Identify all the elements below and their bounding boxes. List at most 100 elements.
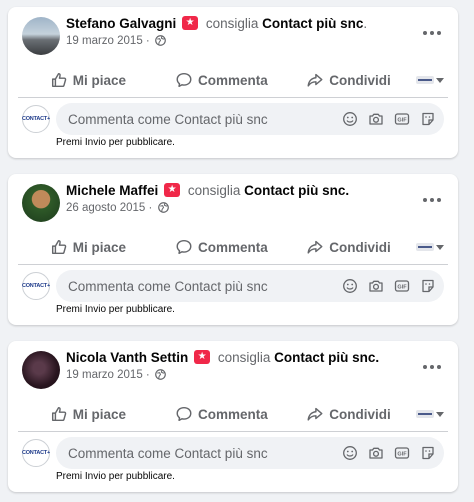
like-button[interactable]: Mi piace	[18, 71, 158, 89]
share-button[interactable]: Condividi	[285, 71, 412, 89]
comment-input[interactable]	[56, 437, 330, 469]
emoji-icon[interactable]	[341, 445, 358, 462]
comment-input[interactable]	[56, 270, 330, 302]
author-name[interactable]: Stefano Galvagni	[66, 16, 176, 31]
camera-icon[interactable]	[367, 278, 384, 295]
page-avatar[interactable]: CONTACT+	[22, 272, 50, 300]
user-photo-landscape-avatar[interactable]	[22, 17, 60, 55]
comment-box: GIF	[56, 103, 444, 135]
comment-button[interactable]: Commenta	[158, 71, 285, 89]
recommend-icon	[182, 16, 199, 30]
like-label: Mi piace	[72, 239, 127, 255]
page-logo-icon	[416, 76, 434, 84]
gif-label: GIF	[397, 284, 407, 290]
share-label: Condividi	[329, 239, 391, 255]
recommend-verb: consiglia	[205, 16, 259, 31]
author-line: Nicola Vanth Settin consiglia Contact pi…	[66, 350, 379, 365]
feed: Stefano Galvagni consiglia Contact più s…	[0, 0, 474, 502]
comment-label: Commenta	[197, 239, 268, 255]
share-icon	[307, 73, 323, 87]
gif-icon[interactable]: GIF	[393, 111, 410, 128]
page-suffix: .	[363, 16, 368, 31]
globe-icon	[157, 202, 169, 213]
globe-icon	[155, 35, 166, 46]
author-line: Stefano Galvagni consiglia Contact più s…	[66, 16, 367, 31]
share-label: Condividi	[329, 72, 391, 88]
profile-switcher[interactable]	[412, 76, 448, 84]
caret-down-icon	[436, 244, 444, 250]
user-photo-portrait-avatar[interactable]	[22, 184, 60, 222]
page-avatar[interactable]: CONTACT+	[22, 439, 50, 467]
like-icon	[51, 72, 67, 88]
share-label: Condividi	[329, 406, 391, 422]
more-icon[interactable]	[420, 190, 444, 210]
more-icon[interactable]	[420, 23, 444, 43]
camera-icon[interactable]	[367, 445, 384, 462]
camera-icon[interactable]	[367, 111, 384, 128]
comment-label: Commenta	[197, 72, 268, 88]
comment-box: GIF	[56, 437, 444, 469]
emoji-icon[interactable]	[341, 278, 358, 295]
comment-icon	[176, 406, 192, 422]
comment-tools: GIF	[341, 270, 436, 302]
sticker-icon[interactable]	[419, 278, 436, 295]
share-button[interactable]: Condividi	[285, 238, 412, 256]
post-date[interactable]: 19 marzo 2015	[66, 35, 143, 47]
action-bar: Mi piace Commenta Condividi	[18, 230, 448, 265]
comment-icon	[176, 72, 192, 88]
globe-icon	[155, 369, 166, 380]
more-icon[interactable]	[420, 357, 444, 377]
author-name[interactable]: Michele Maffei	[66, 183, 158, 198]
gif-label: GIF	[397, 117, 407, 123]
publish-hint: Premi Invio per pubblicare.	[56, 304, 175, 315]
comment-label: Commenta	[197, 406, 268, 422]
action-bar: Mi piace Commenta Condividi	[18, 397, 448, 432]
like-button[interactable]: Mi piace	[18, 238, 158, 256]
share-icon	[307, 407, 323, 421]
publish-hint: Premi Invio per pubblicare.	[56, 471, 175, 482]
post-date[interactable]: 26 agosto 2015	[66, 202, 145, 214]
comment-input[interactable]	[56, 103, 330, 135]
comment-button[interactable]: Commenta	[158, 405, 285, 423]
page-link[interactable]: Contact più snc	[262, 16, 363, 31]
post-card: Nicola Vanth Settin consiglia Contact pi…	[8, 341, 458, 492]
caret-down-icon	[436, 411, 444, 417]
post-date[interactable]: 19 marzo 2015	[66, 369, 143, 381]
gif-icon[interactable]: GIF	[393, 445, 410, 462]
like-button[interactable]: Mi piace	[18, 405, 158, 423]
like-icon	[51, 239, 67, 255]
like-label: Mi piace	[72, 406, 127, 422]
post-header: Michele Maffei consiglia Contact più snc…	[8, 174, 458, 230]
emoji-icon[interactable]	[341, 111, 358, 128]
comment-button[interactable]: Commenta	[158, 238, 285, 256]
recommend-icon	[194, 350, 211, 364]
comment-tools: GIF	[341, 437, 436, 469]
author-name[interactable]: Nicola Vanth Settin	[66, 350, 188, 365]
action-bar: Mi piace Commenta Condividi	[18, 63, 448, 98]
meta-separator: ·	[145, 35, 150, 47]
post-card: Michele Maffei consiglia Contact più snc…	[8, 174, 458, 325]
page-logo-icon	[416, 410, 434, 418]
comment-composer: CONTACT+ GIF	[22, 437, 444, 469]
post-meta: 19 marzo 2015 ·	[66, 369, 166, 381]
page-link[interactable]: Contact più snc.	[274, 350, 379, 365]
comment-icon	[176, 239, 192, 255]
post-meta: 26 agosto 2015 ·	[66, 202, 169, 214]
meta-separator: ·	[148, 202, 153, 214]
sticker-icon[interactable]	[419, 445, 436, 462]
publish-hint: Premi Invio per pubblicare.	[56, 137, 175, 148]
profile-switcher[interactable]	[412, 410, 448, 418]
post-meta: 19 marzo 2015 ·	[66, 35, 166, 47]
caret-down-icon	[436, 77, 444, 83]
sticker-icon[interactable]	[419, 111, 436, 128]
post-card: Stefano Galvagni consiglia Contact più s…	[8, 7, 458, 158]
user-photo-dark-avatar[interactable]	[22, 351, 60, 389]
gif-icon[interactable]: GIF	[393, 278, 410, 295]
author-line: Michele Maffei consiglia Contact più snc…	[66, 183, 349, 198]
share-button[interactable]: Condividi	[285, 405, 412, 423]
post-header: Stefano Galvagni consiglia Contact più s…	[8, 7, 458, 63]
recommend-verb: consiglia	[217, 350, 271, 365]
profile-switcher[interactable]	[412, 243, 448, 251]
page-link[interactable]: Contact più snc.	[244, 183, 349, 198]
page-avatar[interactable]: CONTACT+	[22, 105, 50, 133]
